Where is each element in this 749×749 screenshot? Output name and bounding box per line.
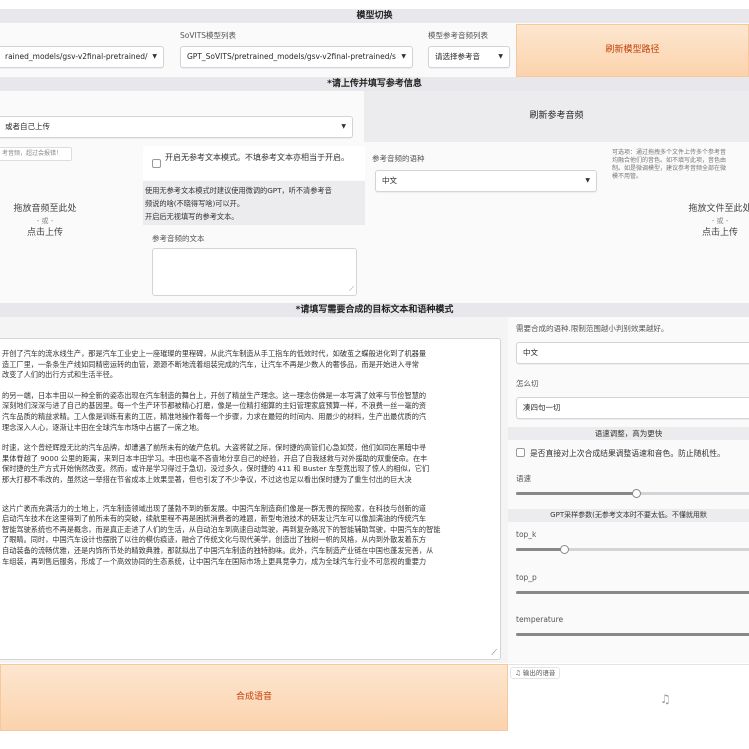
cut-method-label: 怎么切: [516, 379, 539, 388]
music-note-icon: ♫: [515, 669, 521, 677]
reference-source-dropdown[interactable]: 或者自己上传 ▼: [0, 116, 353, 138]
chevron-down-icon: ▼: [498, 53, 503, 60]
upload-click-text: 点击上传: [701, 228, 738, 238]
freeze-label: 是否直接对上次合成结果调整语速和音色。防止随机性。: [530, 449, 725, 458]
output-audio-label: ♫ 输出的语音: [510, 667, 561, 679]
upload-main-text: 拖放文件至此处: [688, 204, 749, 214]
synthesis-options-panel: [508, 317, 749, 663]
speed-label: 语速: [516, 474, 531, 483]
paragraph: 开创了汽车的流水线生产，那是汽车工业史上一座璀璨的里程碑，从此汽车制造从手工指车…: [2, 349, 427, 380]
multi-ref-upload[interactable]: 拖放文件至此处 - 或 - 点击上传: [665, 203, 749, 239]
top-k-label: top_k: [516, 530, 537, 539]
gpt-params-header: GPT采样参数(无参考文本时不要太低。不懂就用默: [508, 509, 749, 522]
top-p-label: top_p: [516, 573, 537, 582]
top-k-slider-thumb[interactable]: [560, 545, 569, 554]
target-text-content: 开创了汽车的流水线生产，那是汽车工业史上一座璀璨的里程碑，从此汽车制造从手工指车…: [2, 349, 440, 567]
ref-list-dropdown[interactable]: 请选择参考音 ▼: [428, 46, 510, 68]
reference-tooltip: 考音频，超过会报错！: [0, 147, 72, 161]
ref-list-label: 模型参考音频列表: [428, 31, 488, 40]
paragraph: 的另一端，日本丰田以一种全新的姿态出现在汽车制造的舞台上，开创了精益生产理念。这…: [2, 390, 427, 432]
speed-slider-fill: [516, 492, 636, 495]
ref-lang-label: 参考音频的语种: [372, 154, 425, 163]
chevron-down-icon: ▼: [401, 53, 406, 60]
target-lang-label: 需要合成的语种.限制范围越小判别效果越好。: [516, 324, 669, 333]
cut-method-dropdown[interactable]: 凑四句一切: [516, 397, 749, 419]
sovits-model-label: SoVITS模型列表: [180, 31, 237, 40]
target-lang-dropdown[interactable]: 中文: [516, 342, 749, 364]
target-text-input[interactable]: 开创了汽车的流水线生产，那是汽车工业史上一座璀璨的里程碑，从此汽车制造从手工指车…: [0, 338, 501, 660]
chevron-down-icon: ▼: [341, 123, 346, 130]
upload-click-text: 点击上传: [26, 228, 63, 238]
refresh-reference-button[interactable]: 刷新参考音频: [364, 91, 749, 142]
gpt-model-dropdown[interactable]: rained_models/gsv-v2final-pretrained/ ▼: [0, 46, 164, 68]
refresh-models-button[interactable]: 刷新模型路径: [516, 24, 749, 77]
reference-audio-upload[interactable]: 拖放音频至此处 - 或 - 点击上传: [0, 203, 110, 239]
chevron-down-icon: ▼: [585, 177, 590, 184]
ref-lang-dropdown[interactable]: 中文 ▼: [375, 170, 597, 192]
music-note-icon: ♫: [660, 692, 671, 706]
resize-handle-icon: ⟋: [491, 648, 497, 657]
paragraph: 时速，这个曾经辉煌无比的汽车品牌，却遭遇了前所未有的破产危机。大盗将就之际，保时…: [2, 443, 430, 484]
synthesis-header: *请填写需要合成的目标文本和语种模式: [0, 303, 749, 317]
speed-header: 语速调整，高为更快: [508, 427, 749, 440]
top-k-slider[interactable]: [516, 545, 749, 554]
no-ref-mode-checkbox[interactable]: [152, 159, 161, 168]
freeze-checkbox[interactable]: [516, 448, 525, 457]
upload-or-text: - 或 -: [711, 217, 729, 225]
top-p-slider-fill: [516, 591, 749, 594]
speed-slider[interactable]: [516, 489, 749, 498]
resize-handle-icon: ⟋: [349, 285, 354, 293]
top-k-slider-fill: [516, 548, 564, 551]
ref-text-input[interactable]: ⟋: [152, 248, 357, 296]
synthesize-button[interactable]: 合成语音: [0, 664, 508, 731]
model-switch-header: 模型切换: [0, 9, 749, 23]
reference-header: *请上传并填写参考信息: [0, 77, 749, 91]
multi-ref-tip: 可选项：通过拖拽多个文件上传多个参考音 均融合他们的音色。如不填写此项，音色由 …: [612, 149, 727, 180]
upload-main-text: 拖放音频至此处: [13, 204, 77, 214]
temperature-slider-fill: [516, 633, 749, 636]
paragraph: 这片广袤而充满活力的土地上，汽车制造领域出现了蓬勃不到的新发展。中国汽车制造商们…: [2, 503, 441, 566]
chevron-down-icon: ▼: [152, 53, 157, 60]
top-p-slider[interactable]: [516, 591, 749, 594]
speed-slider-thumb[interactable]: [632, 489, 641, 498]
no-ref-info-text: 使用无参考文本模式时建议使用微调的GPT，听不清参考音 频说的啥(不晓得写啥)可…: [145, 186, 332, 221]
sovits-model-dropdown[interactable]: GPT_SoVITS/pretrained_models/gsv-v2final…: [180, 46, 413, 68]
temperature-label: temperature: [516, 615, 564, 624]
no-ref-mode-label: 开启无参考文本模式。不填参考文本亦相当于开启。: [165, 153, 349, 162]
temperature-slider[interactable]: [516, 633, 749, 636]
ref-text-label: 参考音频的文本: [152, 234, 205, 243]
upload-or-text: - 或 -: [36, 217, 54, 225]
